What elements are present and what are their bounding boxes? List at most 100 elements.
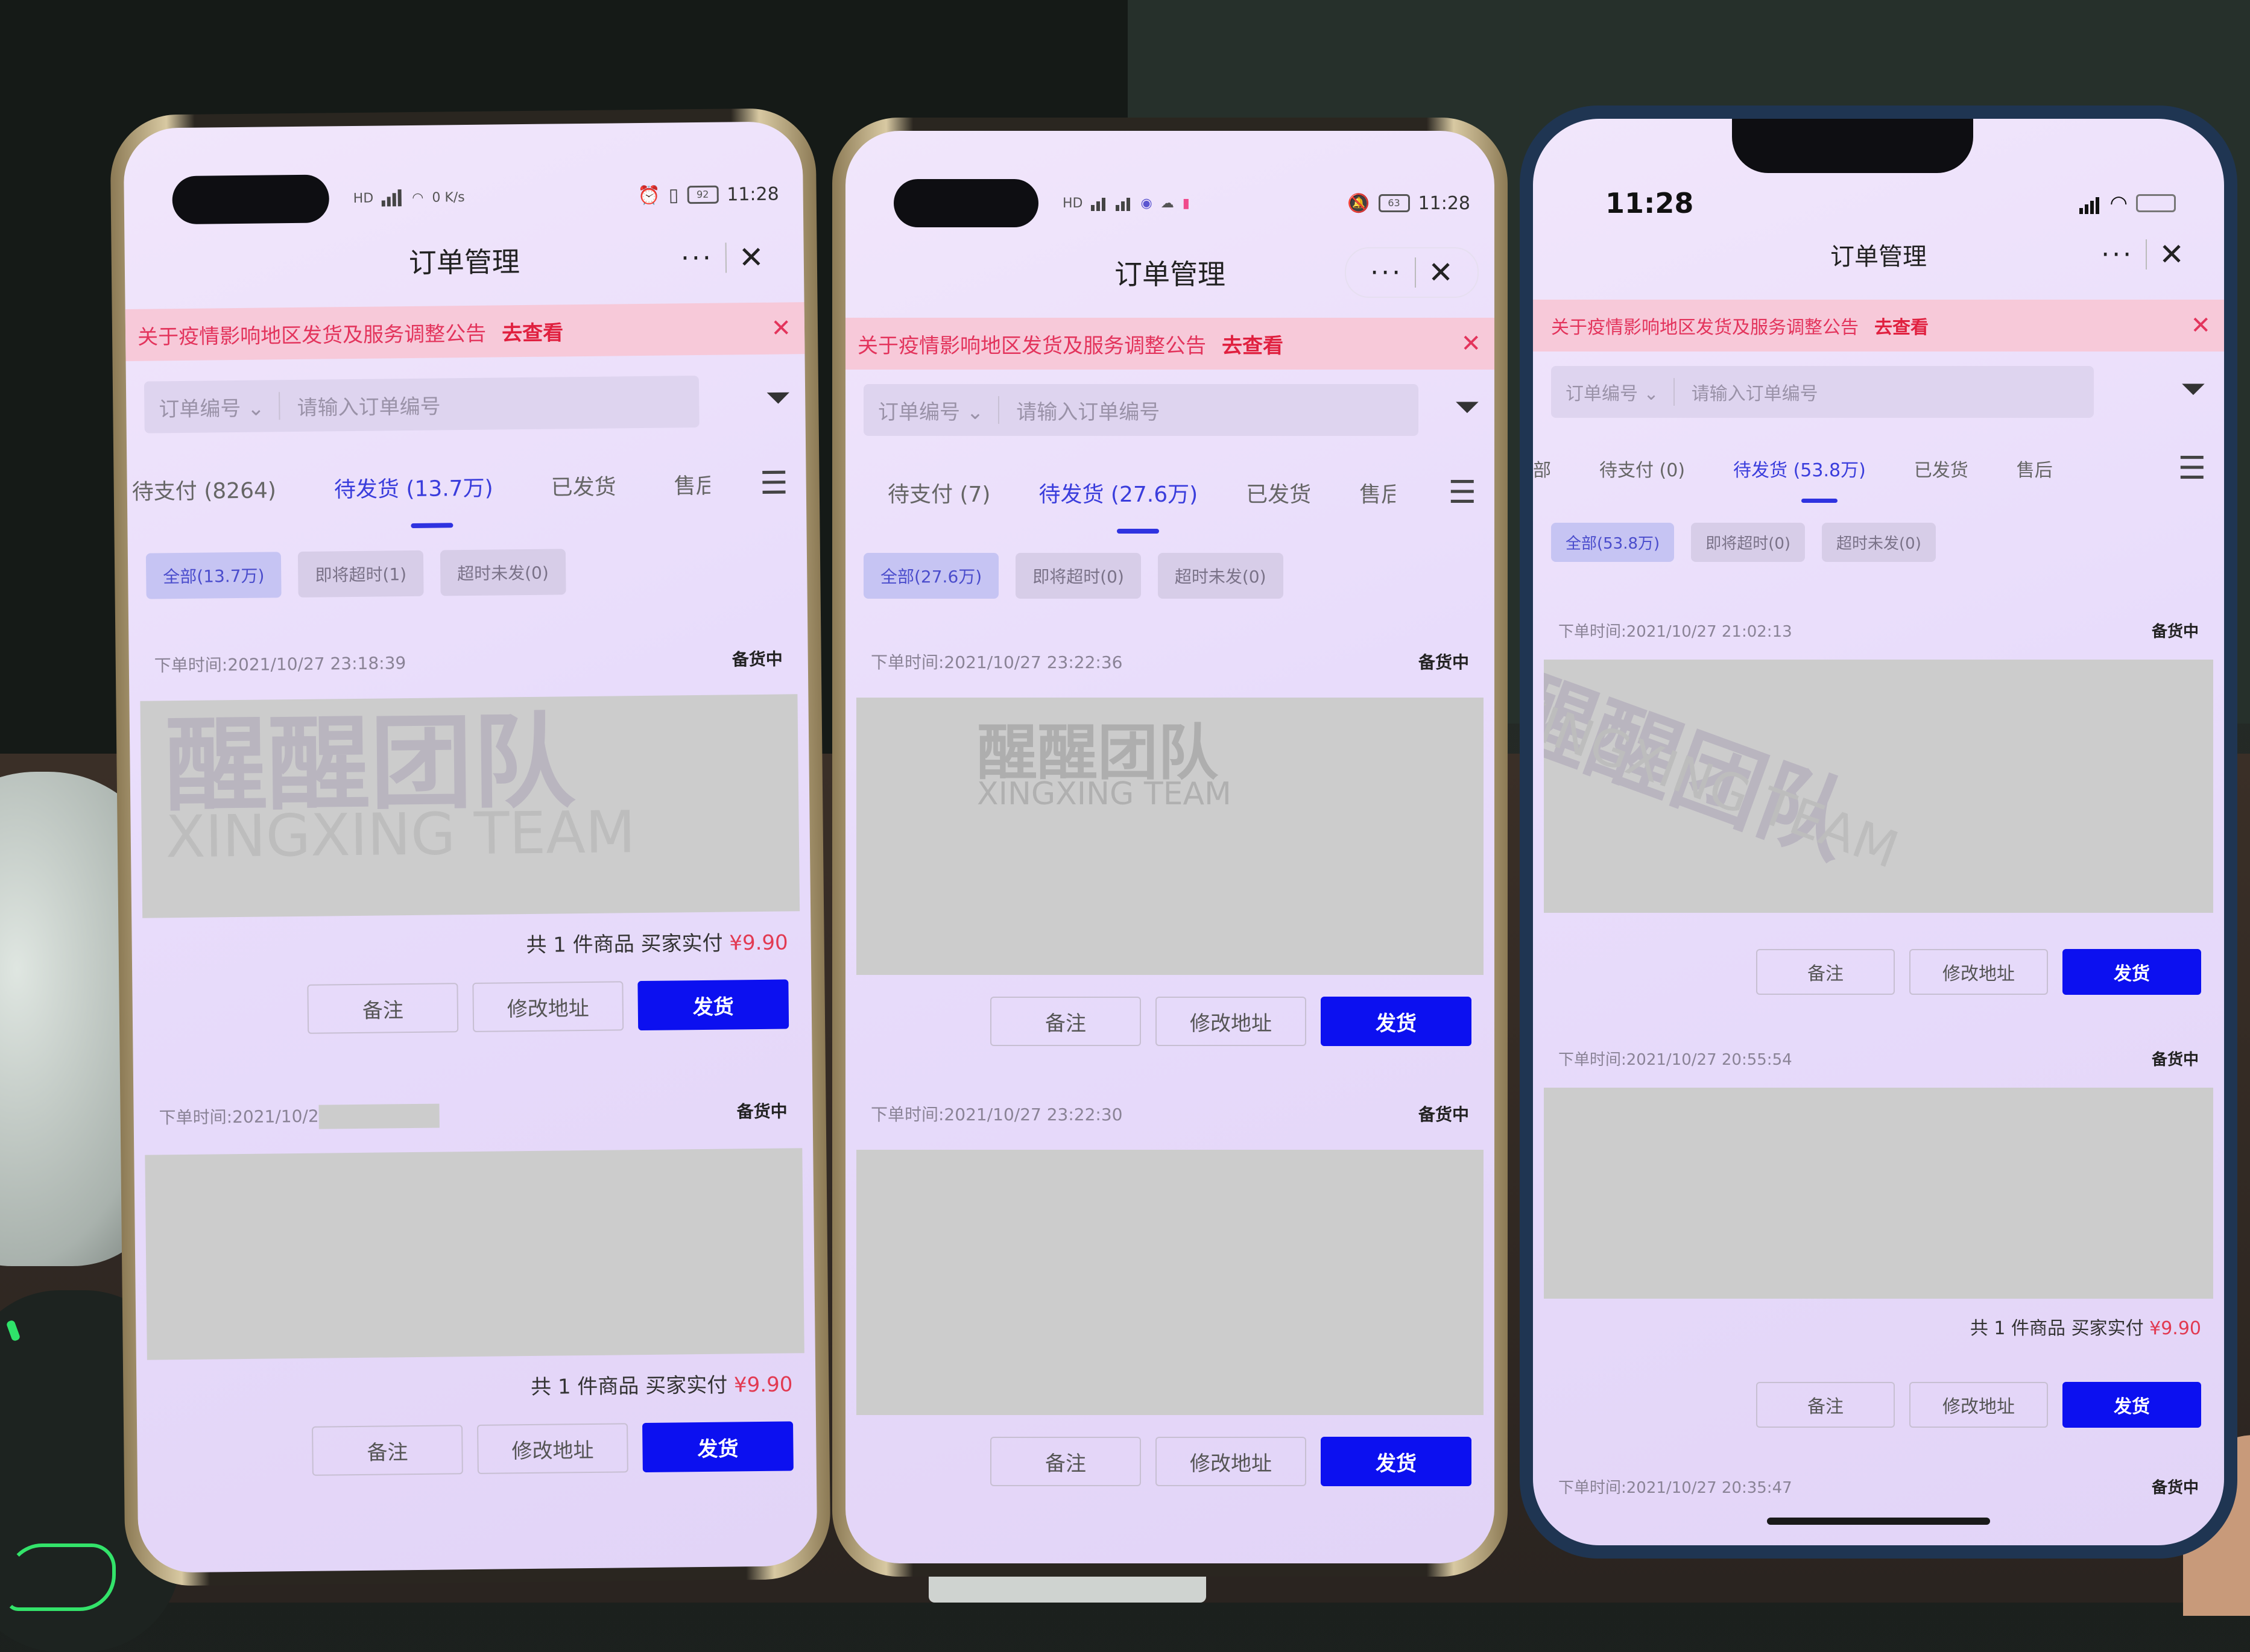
- tab-pending-shipment[interactable]: 待发货 (13.7万): [334, 471, 493, 504]
- redacted-product-area: [1544, 1088, 2213, 1299]
- tab-pending-shipment[interactable]: 待发货 (53.8万): [1733, 455, 1866, 482]
- remark-button[interactable]: 备注: [990, 1437, 1141, 1486]
- chip-near-timeout[interactable]: 即将超时(1): [298, 550, 424, 597]
- more-button[interactable]: ···: [669, 242, 725, 274]
- edit-address-button[interactable]: 修改地址: [1909, 949, 2048, 995]
- order-status: 备货中: [1418, 1105, 1469, 1124]
- order-summary-text: 共 1 件商品 买家实付: [526, 931, 730, 958]
- more-button[interactable]: ···: [1358, 257, 1415, 288]
- search-type-select[interactable]: 订单编号 ⌄: [144, 391, 279, 422]
- order-number-input[interactable]: 请输入订单编号: [1692, 379, 1818, 405]
- remark-button[interactable]: 备注: [307, 983, 459, 1034]
- remark-button[interactable]: 备注: [1756, 949, 1895, 995]
- order-status: 备货中: [2151, 623, 2199, 641]
- order-time: 下单时间:2021/10/27 23:22:30: [871, 1105, 1123, 1124]
- tab-pending-shipment[interactable]: 待发货 (27.6万): [1038, 477, 1198, 508]
- sub-filter-chips: 全部(13.7万) 即将超时(1) 超时未发(0): [145, 549, 566, 599]
- tab-shipped[interactable]: 已发货: [1914, 455, 1968, 482]
- order-summary: 共 1 件商品 买家实付 ¥9.90: [142, 911, 800, 962]
- search-divider: [279, 392, 280, 420]
- active-tab-indicator: [1801, 499, 1838, 503]
- chip-timeout-unshipped[interactable]: 超时未发(0): [440, 549, 566, 596]
- active-tab-indicator: [411, 523, 453, 529]
- redacted-product-area: [856, 1150, 1484, 1415]
- remark-button[interactable]: 备注: [1756, 1382, 1895, 1428]
- close-button[interactable]: ✕: [727, 240, 777, 276]
- notice-view-link[interactable]: 去查看: [1874, 312, 1929, 339]
- signal-icon: [1091, 196, 1107, 211]
- tab-all-partial[interactable]: 部: [1533, 455, 1551, 482]
- order-number-input[interactable]: 请输入订单编号: [297, 389, 441, 420]
- more-button[interactable]: ···: [2089, 239, 2146, 270]
- tab-pending-payment[interactable]: 待支付 (7): [888, 477, 990, 508]
- chip-near-timeout[interactable]: 即将超时(0): [1016, 553, 1141, 599]
- status-time: 11:28: [1605, 187, 1694, 219]
- search-type-select[interactable]: 订单编号 ⌄: [1551, 379, 1673, 405]
- tab-after-sales[interactable]: 售后: [1359, 477, 1395, 508]
- search-type-select[interactable]: 订单编号 ⌄: [864, 396, 998, 425]
- remark-button[interactable]: 备注: [990, 997, 1141, 1046]
- tabs-menu-icon[interactable]: ☰: [2178, 450, 2206, 487]
- edit-address-button[interactable]: 修改地址: [477, 1423, 628, 1474]
- notice-close-icon[interactable]: ✕: [2190, 312, 2211, 339]
- status-time: 11:28: [1418, 192, 1470, 214]
- remark-button[interactable]: 备注: [312, 1425, 463, 1476]
- order-actions: 备注 修改地址 发货: [148, 1397, 806, 1477]
- order-card: 下单时间:2021/10/27 21:02:13 备货中 醒醒团队 XINGXIN…: [1544, 619, 2213, 995]
- order-status: 备货中: [736, 1101, 788, 1122]
- search-type-label: 订单编号: [878, 400, 960, 424]
- notice-close-icon[interactable]: ✕: [1461, 330, 1481, 358]
- notice-view-link[interactable]: 去查看: [1222, 329, 1283, 359]
- nav-bar: 订单管理 ··· ✕: [1533, 227, 2224, 282]
- edit-address-button[interactable]: 修改地址: [472, 981, 624, 1032]
- chip-timeout-unshipped[interactable]: 超时未发(0): [1157, 553, 1283, 599]
- mini-program-capsule: ··· ✕: [1345, 247, 1479, 298]
- tab-pending-payment[interactable]: 待支付 (8264): [131, 473, 277, 506]
- mini-program-capsule: ··· ✕: [656, 233, 788, 282]
- order-summary: 共 1 件商品 买家实付 ¥9.90: [147, 1353, 805, 1404]
- order-status: 备货中: [1418, 652, 1469, 672]
- ship-button[interactable]: 发货: [2062, 949, 2201, 995]
- ship-button[interactable]: 发货: [1321, 1437, 1471, 1486]
- ship-button[interactable]: 发货: [1321, 997, 1471, 1046]
- tab-after-sales[interactable]: 售后: [2017, 455, 2059, 482]
- watermark-en: XINGXING TEAM: [977, 776, 1231, 812]
- notice-view-link[interactable]: 去查看: [502, 316, 564, 346]
- razer-logo-icon: [6, 1543, 116, 1611]
- tabs-menu-icon[interactable]: ☰: [760, 465, 788, 501]
- order-number-input[interactable]: 请输入订单编号: [1016, 396, 1160, 425]
- edit-address-button[interactable]: 修改地址: [1155, 997, 1306, 1046]
- filter-icon[interactable]: ⏷: [1455, 389, 1480, 426]
- notice-close-icon[interactable]: ✕: [771, 314, 791, 342]
- ship-button[interactable]: 发货: [2062, 1382, 2201, 1428]
- chip-all[interactable]: 全部(53.8万): [1551, 523, 1675, 562]
- edit-address-button[interactable]: 修改地址: [1155, 1437, 1306, 1486]
- filter-icon[interactable]: ⏷: [2181, 371, 2206, 408]
- status-time: 11:28: [727, 183, 779, 205]
- order-actions: 备注 修改地址 发货: [856, 975, 1484, 1046]
- edit-address-button[interactable]: 修改地址: [1909, 1382, 2048, 1428]
- order-card: 下单时间:2021/10/2 备货中 共 1 件商品 买家实付 ¥9.90 备注 …: [144, 1098, 805, 1477]
- app-icon-2: ▮: [1182, 195, 1190, 211]
- tab-shipped[interactable]: 已发货: [1246, 477, 1311, 508]
- tabs-menu-icon[interactable]: ☰: [1448, 474, 1476, 511]
- nav-bar: 订单管理 ··· ✕: [845, 245, 1494, 300]
- order-summary: 共 1 件商品 买家实付 ¥9.90: [1544, 1299, 2213, 1340]
- close-button[interactable]: ✕: [2147, 237, 2196, 272]
- close-button[interactable]: ✕: [1416, 255, 1465, 290]
- ship-button[interactable]: 发货: [637, 979, 789, 1031]
- home-indicator[interactable]: [1767, 1518, 1990, 1525]
- ship-button[interactable]: 发货: [642, 1421, 794, 1473]
- chip-near-timeout[interactable]: 即将超时(0): [1691, 523, 1806, 562]
- tab-after-sales[interactable]: 售后: [674, 468, 710, 500]
- chip-all[interactable]: 全部(27.6万): [864, 553, 999, 599]
- tab-shipped[interactable]: 已发货: [551, 469, 616, 501]
- chip-timeout-unshipped[interactable]: 超时未发(0): [1822, 523, 1936, 562]
- mini-program-capsule: ··· ✕: [2077, 230, 2208, 279]
- filter-icon[interactable]: ⏷: [765, 379, 791, 416]
- page-title: 订单管理: [1830, 243, 1927, 271]
- chip-all[interactable]: 全部(13.7万): [145, 552, 282, 599]
- search-type-label: 订单编号: [159, 396, 241, 421]
- order-card: 下单时间:2021/10/27 20:35:47 备货中: [1544, 1475, 2213, 1498]
- tab-pending-payment[interactable]: 待支付 (0): [1599, 455, 1685, 482]
